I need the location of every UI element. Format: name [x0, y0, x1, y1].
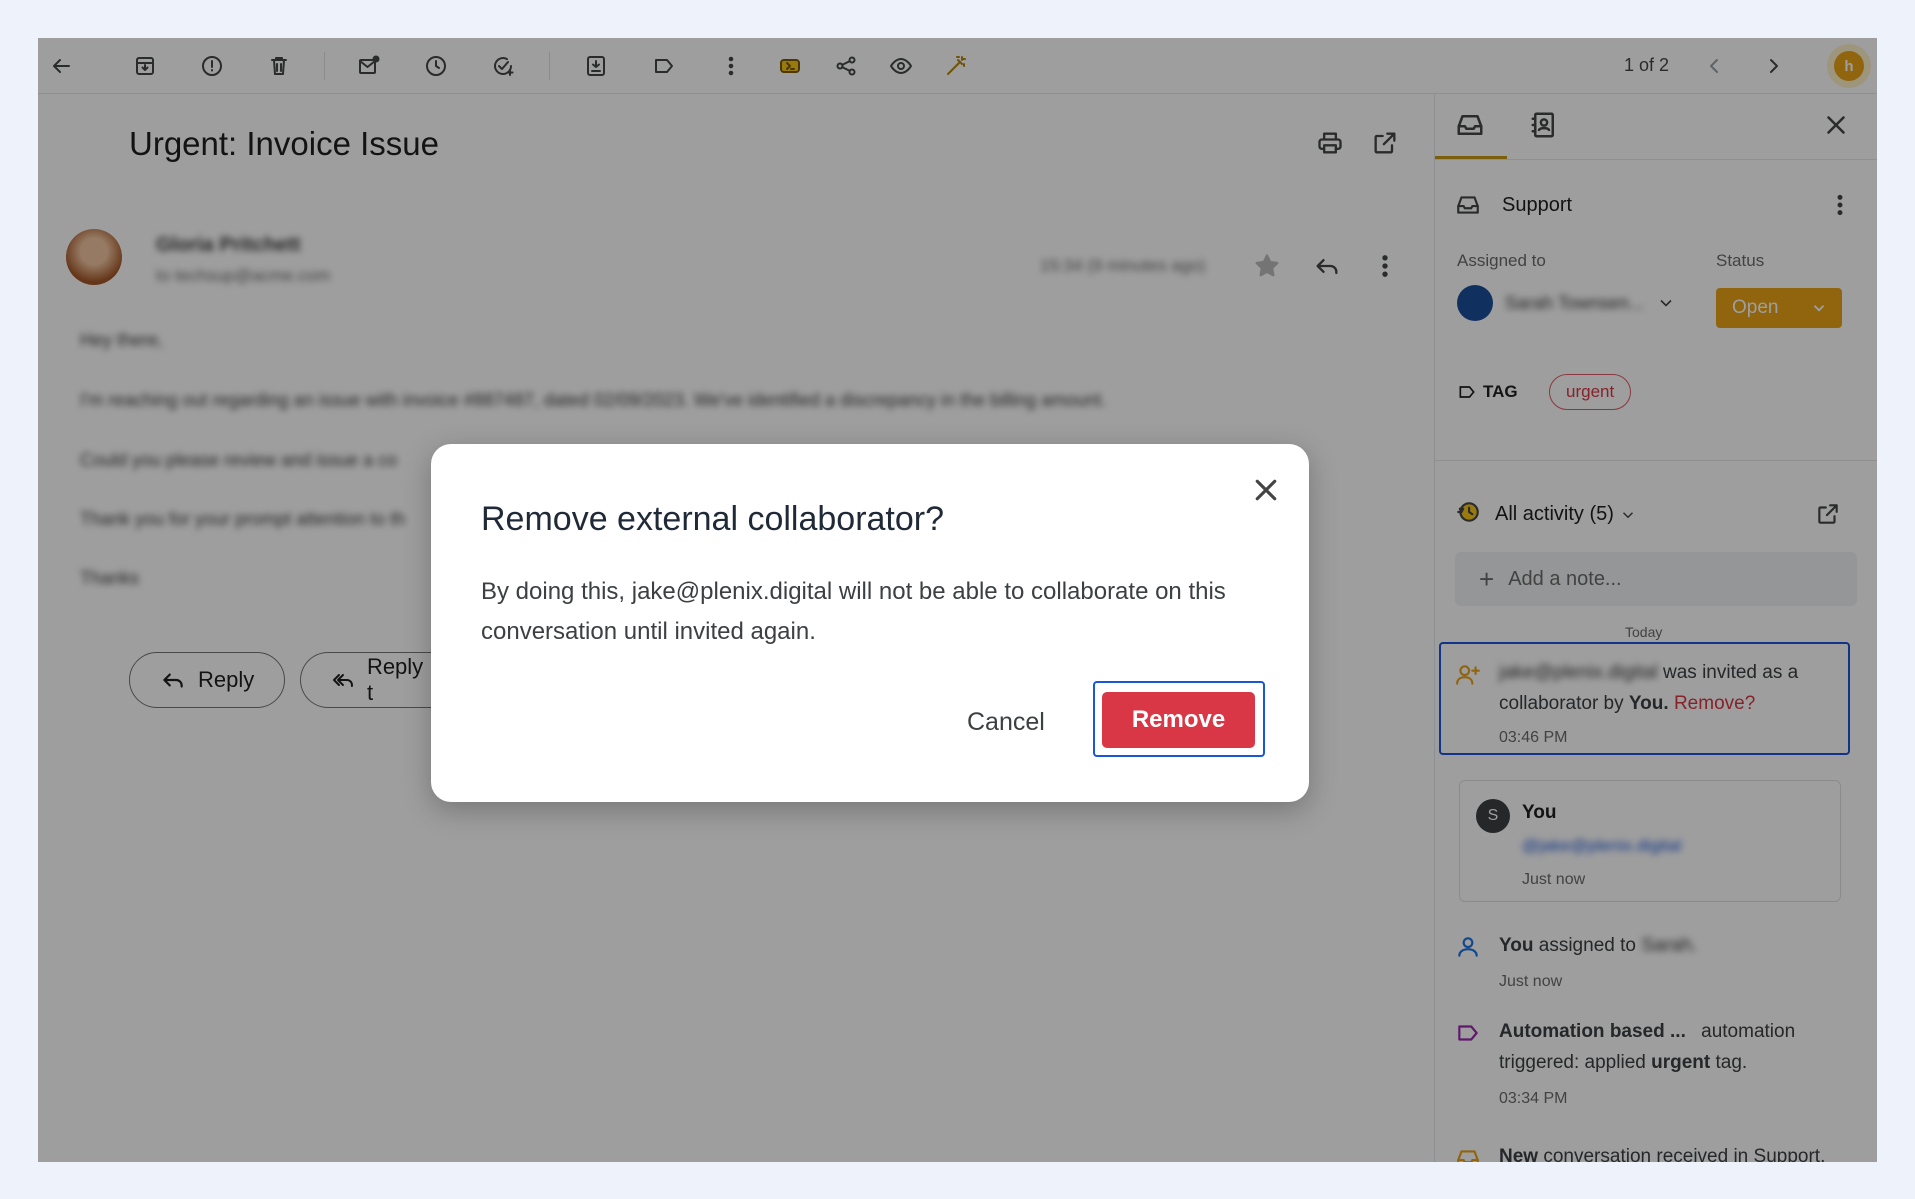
- dialog-title: Remove external collaborator?: [481, 500, 945, 538]
- remove-collaborator-dialog: Remove external collaborator? By doing t…: [431, 444, 1309, 802]
- remove-button[interactable]: Remove: [1102, 692, 1255, 748]
- cancel-button[interactable]: Cancel: [967, 696, 1045, 748]
- dialog-body: By doing this, jake@plenix.digital will …: [481, 578, 1226, 645]
- close-icon[interactable]: [1246, 470, 1286, 510]
